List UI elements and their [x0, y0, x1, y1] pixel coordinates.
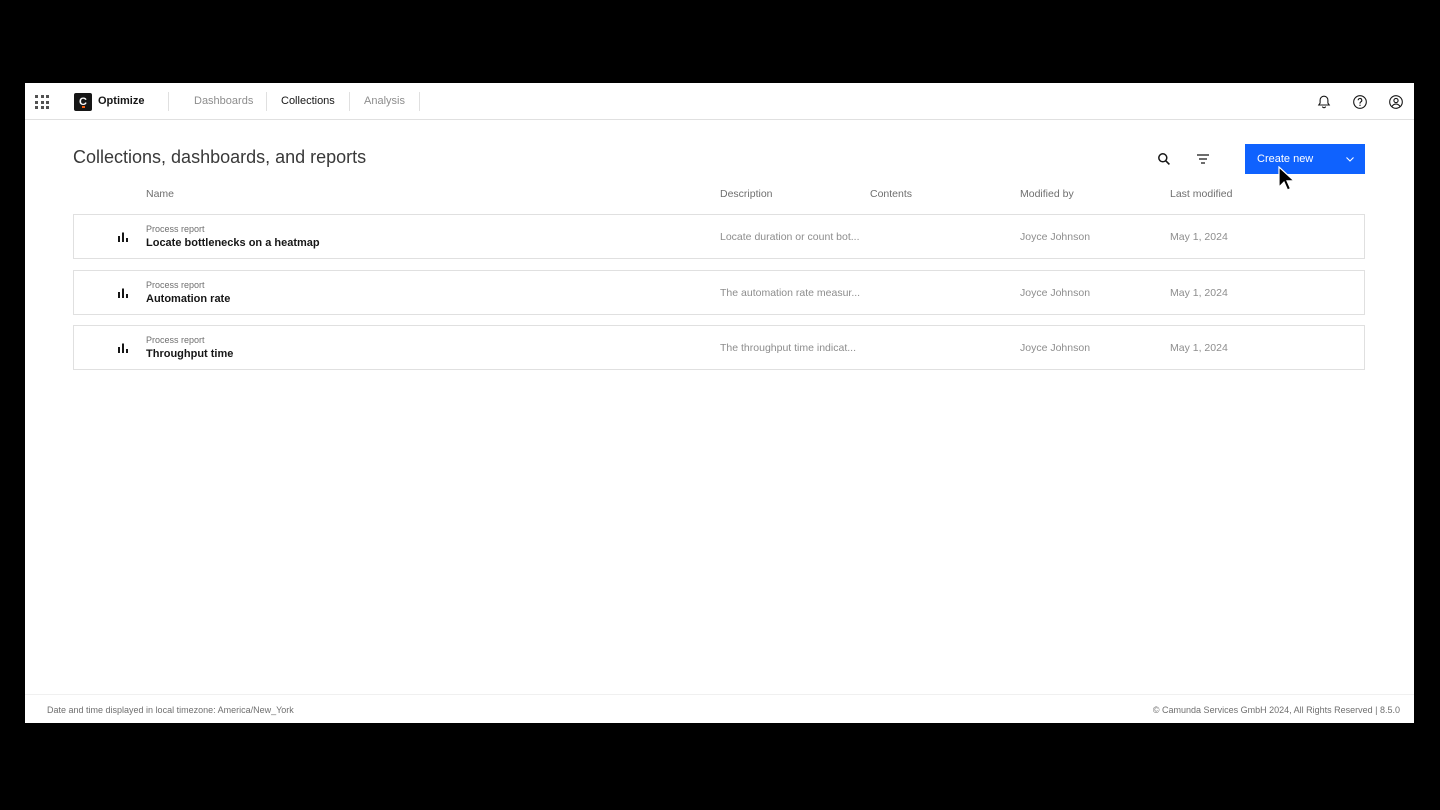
item-type: Process report [146, 280, 205, 290]
item-last-modified: May 1, 2024 [1170, 287, 1228, 299]
column-header-last-modified[interactable]: Last modified [1170, 188, 1232, 200]
bar-chart-icon [118, 343, 128, 353]
nav-divider [349, 92, 350, 111]
item-description: The automation rate measur... [720, 287, 861, 299]
table-row[interactable]: Process report Throughput time The throu… [73, 325, 1365, 370]
table-row[interactable]: Process report Locate bottlenecks on a h… [73, 214, 1365, 259]
item-last-modified: May 1, 2024 [1170, 342, 1228, 354]
nav-collections[interactable]: Collections [281, 95, 335, 107]
nav-divider [168, 92, 169, 111]
help-icon[interactable] [1352, 94, 1368, 110]
page-title: Collections, dashboards, and reports [73, 147, 367, 167]
mouse-cursor-icon [1278, 166, 1296, 191]
app-name: Optimize [98, 95, 145, 107]
nav-divider [266, 92, 267, 111]
search-icon[interactable] [1156, 151, 1172, 167]
footer: Date and time displayed in local timezon… [25, 694, 1414, 723]
app-switcher-icon[interactable] [35, 95, 49, 109]
top-navigation-bar: C Optimize Dashboards Collections Analys… [25, 83, 1414, 120]
create-new-button[interactable]: Create new [1245, 144, 1365, 174]
user-icon[interactable] [1388, 94, 1404, 110]
create-new-label: Create new [1257, 153, 1314, 165]
item-name: Locate bottlenecks on a heatmap [146, 237, 320, 249]
column-header-description: Description [720, 188, 773, 200]
column-header-modified-by[interactable]: Modified by [1020, 188, 1074, 200]
nav-divider [419, 92, 420, 111]
nav-dashboards[interactable]: Dashboards [194, 95, 253, 107]
sort-icon[interactable] [1195, 151, 1211, 167]
column-header-contents: Contents [870, 188, 913, 200]
bar-chart-icon [118, 288, 128, 298]
item-modified-by: Joyce Johnson [1020, 287, 1091, 299]
bar-chart-icon [118, 232, 128, 242]
timezone-note: Date and time displayed in local timezon… [47, 705, 294, 715]
item-modified-by: Joyce Johnson [1020, 231, 1091, 243]
camunda-logo: C [74, 93, 92, 111]
table-row[interactable]: Process report Automation rate The autom… [73, 270, 1365, 315]
bell-icon[interactable] [1316, 94, 1332, 110]
item-name: Automation rate [146, 293, 231, 305]
item-type: Process report [146, 224, 205, 234]
item-modified-by: Joyce Johnson [1020, 342, 1091, 354]
item-description: The throughput time indicat... [720, 342, 856, 354]
item-description: Locate duration or count bot... [720, 231, 860, 243]
chevron-down-icon [1346, 157, 1354, 162]
column-header-name[interactable]: Name [146, 188, 174, 200]
nav-analysis[interactable]: Analysis [364, 95, 405, 107]
copyright-text: © Camunda Services GmbH 2024, All Rights… [1152, 705, 1400, 715]
app-window: C Optimize Dashboards Collections Analys… [25, 83, 1414, 723]
item-name: Throughput time [146, 348, 234, 360]
item-last-modified: May 1, 2024 [1170, 231, 1228, 243]
item-type: Process report [146, 335, 205, 345]
